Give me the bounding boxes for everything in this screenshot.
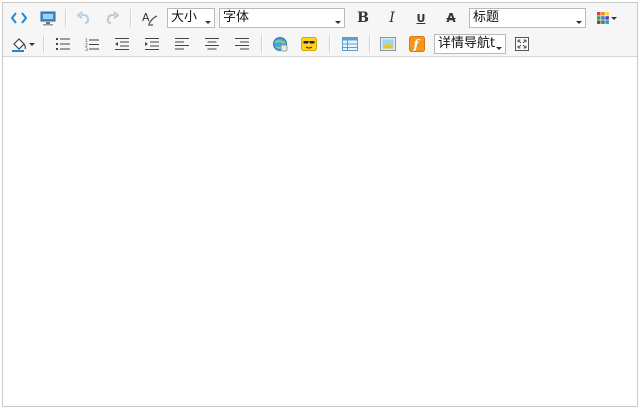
- chevron-down-icon: [576, 21, 582, 24]
- toolbar-row-1: A 大小 字体 B I U A 标题: [3, 5, 637, 31]
- source-code-icon[interactable]: [8, 7, 30, 29]
- flash-icon[interactable]: f: [406, 33, 428, 55]
- chevron-down-icon: [335, 21, 341, 24]
- clear-format-icon[interactable]: A: [139, 7, 161, 29]
- toolbar-separator: [261, 35, 263, 53]
- svg-text:A: A: [142, 11, 150, 24]
- strikethrough-icon[interactable]: A: [440, 7, 462, 29]
- chevron-down-icon: [496, 47, 502, 50]
- svg-text:3: 3: [85, 47, 88, 51]
- color-grid-icon[interactable]: [593, 7, 621, 29]
- chevron-down-icon: [611, 16, 617, 20]
- fullscreen-icon[interactable]: [511, 33, 533, 55]
- italic-icon[interactable]: I: [381, 7, 403, 29]
- emoticon-icon[interactable]: [298, 33, 320, 55]
- image-icon[interactable]: [377, 33, 399, 55]
- toolbar-row-2: 1 2 3 f 详情导航t: [3, 31, 637, 57]
- indent-icon[interactable]: [141, 33, 163, 55]
- fill-color-icon[interactable]: [8, 33, 38, 55]
- preview-monitor-icon[interactable]: [37, 7, 59, 29]
- underline-icon[interactable]: U: [410, 7, 432, 29]
- rich-text-editor: A 大小 字体 B I U A 标题 1 2 3 f 详情导航t: [2, 2, 638, 407]
- toolbar-separator: [130, 9, 132, 27]
- font-family-value: 字体: [223, 10, 250, 25]
- font-size-combo[interactable]: 大小: [167, 8, 215, 28]
- align-center-icon[interactable]: [201, 33, 223, 55]
- toolbar-separator: [65, 9, 67, 27]
- font-size-value: 大小: [171, 10, 198, 25]
- toolbar-separator: [43, 35, 45, 53]
- heading-value: 标题: [473, 10, 500, 25]
- ordered-list-icon[interactable]: 1 2 3: [81, 33, 103, 55]
- toolbar-separator: [329, 35, 331, 53]
- table-icon[interactable]: [339, 33, 361, 55]
- redo-icon[interactable]: [101, 7, 123, 29]
- bold-icon[interactable]: B: [352, 7, 374, 29]
- outdent-icon[interactable]: [111, 33, 133, 55]
- toolbar-separator: [369, 35, 371, 53]
- editor-content-area[interactable]: [3, 57, 637, 406]
- align-right-icon[interactable]: [231, 33, 253, 55]
- chevron-down-icon: [29, 42, 35, 46]
- chevron-down-icon: [205, 21, 211, 24]
- detail-nav-combo[interactable]: 详情导航t: [434, 34, 506, 54]
- undo-icon[interactable]: [73, 7, 95, 29]
- detail-nav-value: 详情导航t: [438, 36, 496, 51]
- heading-combo[interactable]: 标题: [469, 8, 586, 28]
- align-left-icon[interactable]: [171, 33, 193, 55]
- editor-toolbar: A 大小 字体 B I U A 标题 1 2 3 f 详情导航t: [3, 3, 637, 57]
- unordered-list-icon[interactable]: [52, 33, 74, 55]
- font-family-combo[interactable]: 字体: [219, 8, 345, 28]
- link-globe-icon[interactable]: [269, 33, 291, 55]
